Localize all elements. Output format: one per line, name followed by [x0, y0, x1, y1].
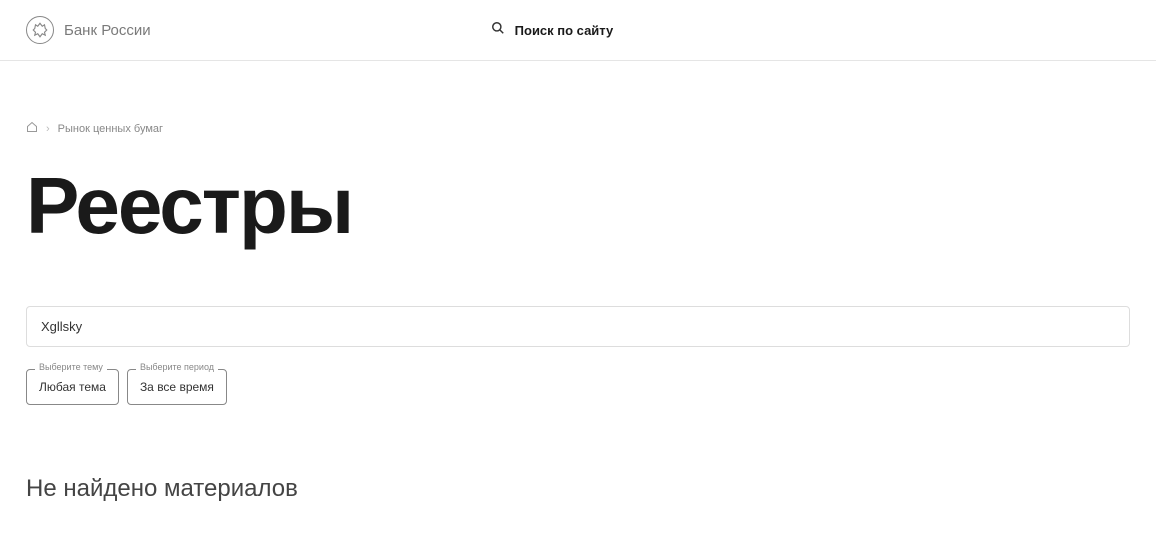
breadcrumb: › Рынок ценных бумаг	[26, 121, 1130, 136]
logo-text: Банк России	[64, 22, 151, 39]
page-title: Реестры	[26, 166, 1130, 246]
filter-search-row	[26, 306, 1130, 347]
filter-search-input[interactable]	[26, 306, 1130, 347]
topic-select-value: Любая тема	[39, 380, 106, 394]
home-icon	[26, 124, 38, 136]
period-select[interactable]: Выберите период За все время	[127, 369, 227, 405]
filter-selects-row: Выберите тему Любая тема Выберите период…	[26, 369, 1130, 405]
breadcrumb-home-link[interactable]	[26, 121, 38, 136]
topic-select-legend: Выберите тему	[35, 362, 107, 372]
site-header: Банк России Поиск по сайту	[0, 0, 1156, 61]
search-icon	[491, 21, 505, 40]
site-search[interactable]: Поиск по сайту	[491, 21, 614, 40]
logo-link[interactable]: Банк России	[26, 16, 151, 44]
topic-select[interactable]: Выберите тему Любая тема	[26, 369, 119, 405]
breadcrumb-item[interactable]: Рынок ценных бумаг	[58, 123, 163, 135]
breadcrumb-separator: ›	[46, 123, 50, 135]
no-results-message: Не найдено материалов	[26, 475, 1130, 503]
search-label: Поиск по сайту	[515, 23, 614, 38]
period-select-value: За все время	[140, 380, 214, 394]
page-content: › Рынок ценных бумаг Реестры Выберите те…	[0, 121, 1156, 503]
period-select-legend: Выберите период	[136, 362, 218, 372]
eagle-icon	[26, 16, 54, 44]
